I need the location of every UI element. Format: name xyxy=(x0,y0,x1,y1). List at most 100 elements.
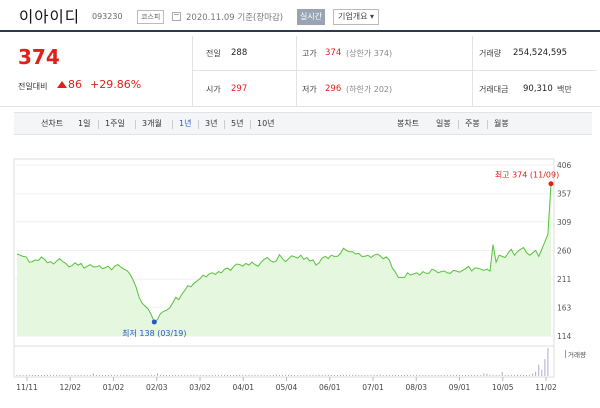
volume-bar xyxy=(327,375,329,376)
volume-bar xyxy=(22,375,24,376)
tab-1w[interactable]: 1주일 xyxy=(105,118,125,129)
tab-3y[interactable]: 3년 xyxy=(205,118,217,129)
volume-bar xyxy=(208,375,210,376)
volume-bar xyxy=(19,375,21,376)
tab-monthly[interactable]: 월봉 xyxy=(494,118,509,129)
company-overview-button[interactable]: 기업개요 ▾ xyxy=(333,9,380,25)
volume-bar xyxy=(398,375,399,376)
volume-bar xyxy=(254,374,256,376)
summary-bottom-divider xyxy=(0,106,600,107)
tab-3m[interactable]: 3개월 xyxy=(142,118,162,129)
tab-1y[interactable]: 1년 xyxy=(179,118,191,129)
y-tick-label: 114 xyxy=(557,332,572,341)
volume-bar xyxy=(510,375,512,376)
volume-bar xyxy=(346,375,347,376)
prev-close-value: 288 xyxy=(231,48,248,58)
up-arrow-icon xyxy=(57,81,67,88)
volume-bar xyxy=(239,375,241,376)
volume-bar xyxy=(172,375,174,376)
volume-bar xyxy=(53,375,55,376)
tab-1d[interactable]: 1일 xyxy=(78,118,90,129)
volume-bar xyxy=(358,375,360,376)
volume-bar xyxy=(443,375,445,376)
volume-bar xyxy=(41,375,42,376)
volume-bar xyxy=(163,375,164,376)
tab-divider xyxy=(98,120,99,129)
volume-bar xyxy=(34,375,36,376)
stock-code: 093230 xyxy=(92,12,123,21)
volume-bar xyxy=(428,375,430,376)
prev-close-label: 전일 xyxy=(206,49,221,58)
volume-bar xyxy=(132,375,134,376)
x-axis-ticks: 11/11 12/02 01/02 02/03 03/02 04/01 05/04 06/01… xyxy=(16,377,557,392)
volume-bar xyxy=(364,375,366,376)
volume-bar xyxy=(419,375,421,376)
volume-bar xyxy=(422,375,424,376)
current-price: 374 xyxy=(18,45,60,69)
volume-bar xyxy=(230,375,231,376)
chevron-down-icon: ▾ xyxy=(370,12,375,21)
volume-bar xyxy=(410,375,412,376)
volume-bar xyxy=(227,375,228,376)
volume-bar xyxy=(199,375,201,376)
volume-bar xyxy=(102,375,103,376)
volume-bar xyxy=(324,375,326,376)
volume-bar xyxy=(50,375,51,376)
volume-bar xyxy=(217,375,219,376)
volume-bar xyxy=(495,375,497,376)
price-chart[interactable]: 406 357 309 260 211 163 114 11/11 12/02 01/02 02/… xyxy=(0,150,600,408)
volume-bar xyxy=(181,375,183,376)
volume-bar xyxy=(251,375,253,376)
open-label: 시가 xyxy=(206,85,221,94)
candle-chart-label: 봉차트 xyxy=(397,119,420,128)
tab-divider xyxy=(224,120,225,129)
volume-bar xyxy=(108,375,109,376)
y-tick-label: 309 xyxy=(557,218,572,227)
volume-bar xyxy=(416,375,418,376)
volume-bar xyxy=(355,374,357,376)
volume-bar xyxy=(282,375,283,376)
volume-bar xyxy=(245,375,247,376)
volume-bar xyxy=(156,373,158,376)
volume-bar xyxy=(535,371,537,376)
volume-bar xyxy=(507,375,509,376)
volume-bar xyxy=(248,375,250,376)
volume-bar xyxy=(520,375,521,376)
volume-bar xyxy=(318,374,320,376)
y-tick-label: 260 xyxy=(557,247,572,256)
volume-bar xyxy=(440,375,442,376)
tab-divider xyxy=(135,120,136,129)
volume-bar xyxy=(144,375,146,376)
volume-bar xyxy=(367,375,369,376)
volume-bar xyxy=(373,375,375,376)
volume-legend-label: 거래량 xyxy=(568,350,586,359)
volume-bar xyxy=(260,375,262,376)
volume-legend-icon xyxy=(565,350,566,358)
change-label: 전일대비 xyxy=(18,82,48,91)
min-label: 최저 138 (03/19) xyxy=(122,328,186,338)
y-tick-label: 211 xyxy=(557,275,572,284)
x-tick-label: 11/02 xyxy=(535,383,557,392)
tab-daily[interactable]: 일봉 xyxy=(436,118,451,129)
high-value: 374 xyxy=(325,48,342,58)
volume-bar xyxy=(532,373,534,376)
tab-weekly[interactable]: 주봉 xyxy=(465,118,480,129)
volume-bar xyxy=(266,375,268,376)
realtime-button[interactable]: 실시간 xyxy=(297,9,326,25)
x-tick-label: 08/03 xyxy=(405,383,427,392)
volume-bar xyxy=(184,375,186,376)
x-tick-label: 05/04 xyxy=(276,383,298,392)
volume-bar xyxy=(74,375,76,376)
tab-5y[interactable]: 5년 xyxy=(231,118,243,129)
tab-divider xyxy=(487,120,488,129)
volume-bar xyxy=(178,375,180,376)
volume-bar xyxy=(483,373,485,376)
x-tick-label: 10/05 xyxy=(492,383,514,392)
volume-bar xyxy=(92,373,94,376)
volume-bar xyxy=(285,375,286,376)
volume-bar xyxy=(150,375,152,376)
volume-bar xyxy=(111,375,112,376)
volume-bar xyxy=(236,375,238,376)
volume-bar xyxy=(315,375,317,376)
tab-10y[interactable]: 10년 xyxy=(257,118,275,129)
